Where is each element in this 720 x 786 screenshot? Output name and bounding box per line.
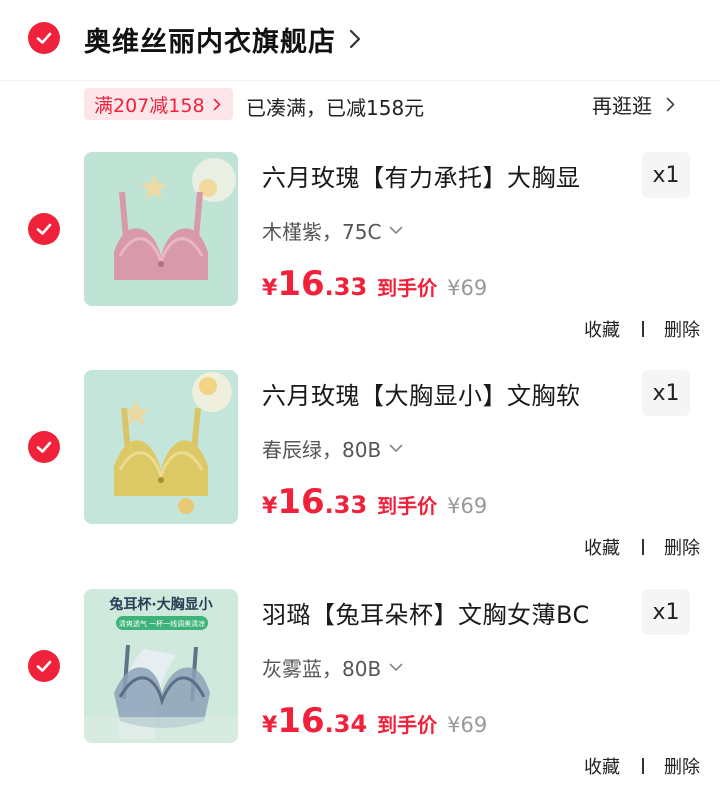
store-name[interactable]: 奥维丝丽内衣旗舰店 — [84, 20, 336, 59]
quantity-box[interactable]: x1 — [642, 152, 690, 198]
divider — [642, 758, 644, 774]
item-actions: 收藏 删除 — [584, 753, 700, 779]
sku-label: 灰雾蓝，80B — [262, 657, 382, 681]
product-title[interactable]: 六月玫瑰【有力承托】大胸显 — [262, 158, 622, 193]
promo-status: 已凑满，已减158元 — [246, 96, 425, 120]
image-subbanner-text: 清爽透气 一杯一线调美清凉 — [119, 619, 205, 628]
promo-tag[interactable]: 满207减158 — [84, 88, 233, 120]
quantity-box[interactable]: x1 — [642, 589, 690, 635]
item-actions: 收藏 删除 — [584, 316, 700, 342]
product-title[interactable]: 六月玫瑰【大胸显小】文胸软 — [262, 376, 622, 411]
price-currency: ¥ — [262, 713, 278, 738]
store-header: 奥维丝丽内衣旗舰店 — [0, 0, 720, 80]
item-actions: 收藏 删除 — [584, 534, 700, 560]
cart-item: 六月玫瑰【有力承托】大胸显 x1 木槿紫，75C ¥ 16 .33 到手价 ¥6… — [0, 152, 720, 370]
sku-selector[interactable]: 木槿紫，75C — [262, 216, 403, 245]
delete-button[interactable]: 删除 — [664, 316, 700, 342]
item-select-checkmark-icon[interactable] — [28, 431, 60, 463]
image-banner-text: 兔耳杯·大胸显小 — [108, 596, 212, 613]
delete-button[interactable]: 删除 — [664, 534, 700, 560]
cart-item: 兔耳杯·大胸显小 清爽透气 一杯一线调美清凉 羽璐【兔耳朵杯】文胸女薄BC x1… — [0, 589, 720, 786]
price-row: ¥ 16 .33 到手价 ¥69 — [262, 482, 487, 522]
chevron-right-icon[interactable] — [348, 28, 362, 50]
price-currency: ¥ — [262, 276, 278, 301]
final-price-label: 到手价 — [377, 713, 438, 737]
original-price: ¥69 — [447, 494, 488, 518]
divider — [0, 80, 720, 81]
price-row: ¥ 16 .33 到手价 ¥69 — [262, 264, 487, 304]
promo-tag-label: 满207减158 — [94, 94, 205, 117]
browse-more-link[interactable]: 再逛逛 — [592, 90, 675, 119]
quantity-box[interactable]: x1 — [642, 370, 690, 416]
divider — [642, 321, 644, 337]
sku-selector[interactable]: 灰雾蓝，80B — [262, 653, 403, 682]
collect-button[interactable]: 收藏 — [584, 534, 620, 560]
collect-button[interactable]: 收藏 — [584, 316, 620, 342]
cart-item: 六月玫瑰【大胸显小】文胸软 x1 春辰绿，80B ¥ 16 .33 到手价 ¥6… — [0, 370, 720, 588]
price-decimal: .33 — [324, 491, 368, 519]
browse-more-label: 再逛逛 — [592, 94, 652, 118]
chevron-down-icon — [389, 444, 403, 452]
store-select-checkmark-icon[interactable] — [28, 22, 60, 54]
chevron-right-icon — [666, 97, 675, 112]
divider — [642, 539, 644, 555]
final-price-label: 到手价 — [377, 276, 438, 300]
price-integer: 16 — [277, 701, 325, 741]
item-select-checkmark-icon[interactable] — [28, 650, 60, 682]
sku-label: 木槿紫，75C — [262, 220, 382, 244]
price-integer: 16 — [277, 482, 325, 522]
sku-selector[interactable]: 春辰绿，80B — [262, 434, 403, 463]
product-image[interactable] — [84, 370, 238, 524]
product-image[interactable] — [84, 152, 238, 306]
price-decimal: .34 — [324, 710, 368, 738]
price-decimal: .33 — [324, 273, 368, 301]
final-price-label: 到手价 — [377, 494, 438, 518]
chevron-down-icon — [390, 226, 403, 234]
item-select-checkmark-icon[interactable] — [28, 213, 60, 245]
delete-button[interactable]: 删除 — [664, 753, 700, 779]
product-title[interactable]: 羽璐【兔耳朵杯】文胸女薄BC — [262, 595, 622, 630]
sku-label: 春辰绿，80B — [262, 438, 382, 462]
price-integer: 16 — [277, 264, 325, 304]
chevron-down-icon — [389, 663, 403, 671]
price-row: ¥ 16 .34 到手价 ¥69 — [262, 701, 487, 741]
price-currency: ¥ — [262, 494, 278, 519]
collect-button[interactable]: 收藏 — [584, 753, 620, 779]
promo-row: 满207减158 已凑满，已减158元 再逛逛 — [0, 84, 720, 124]
original-price: ¥69 — [447, 713, 488, 737]
chevron-right-icon — [213, 98, 220, 110]
product-image[interactable]: 兔耳杯·大胸显小 清爽透气 一杯一线调美清凉 — [84, 589, 238, 743]
original-price: ¥69 — [447, 276, 488, 300]
